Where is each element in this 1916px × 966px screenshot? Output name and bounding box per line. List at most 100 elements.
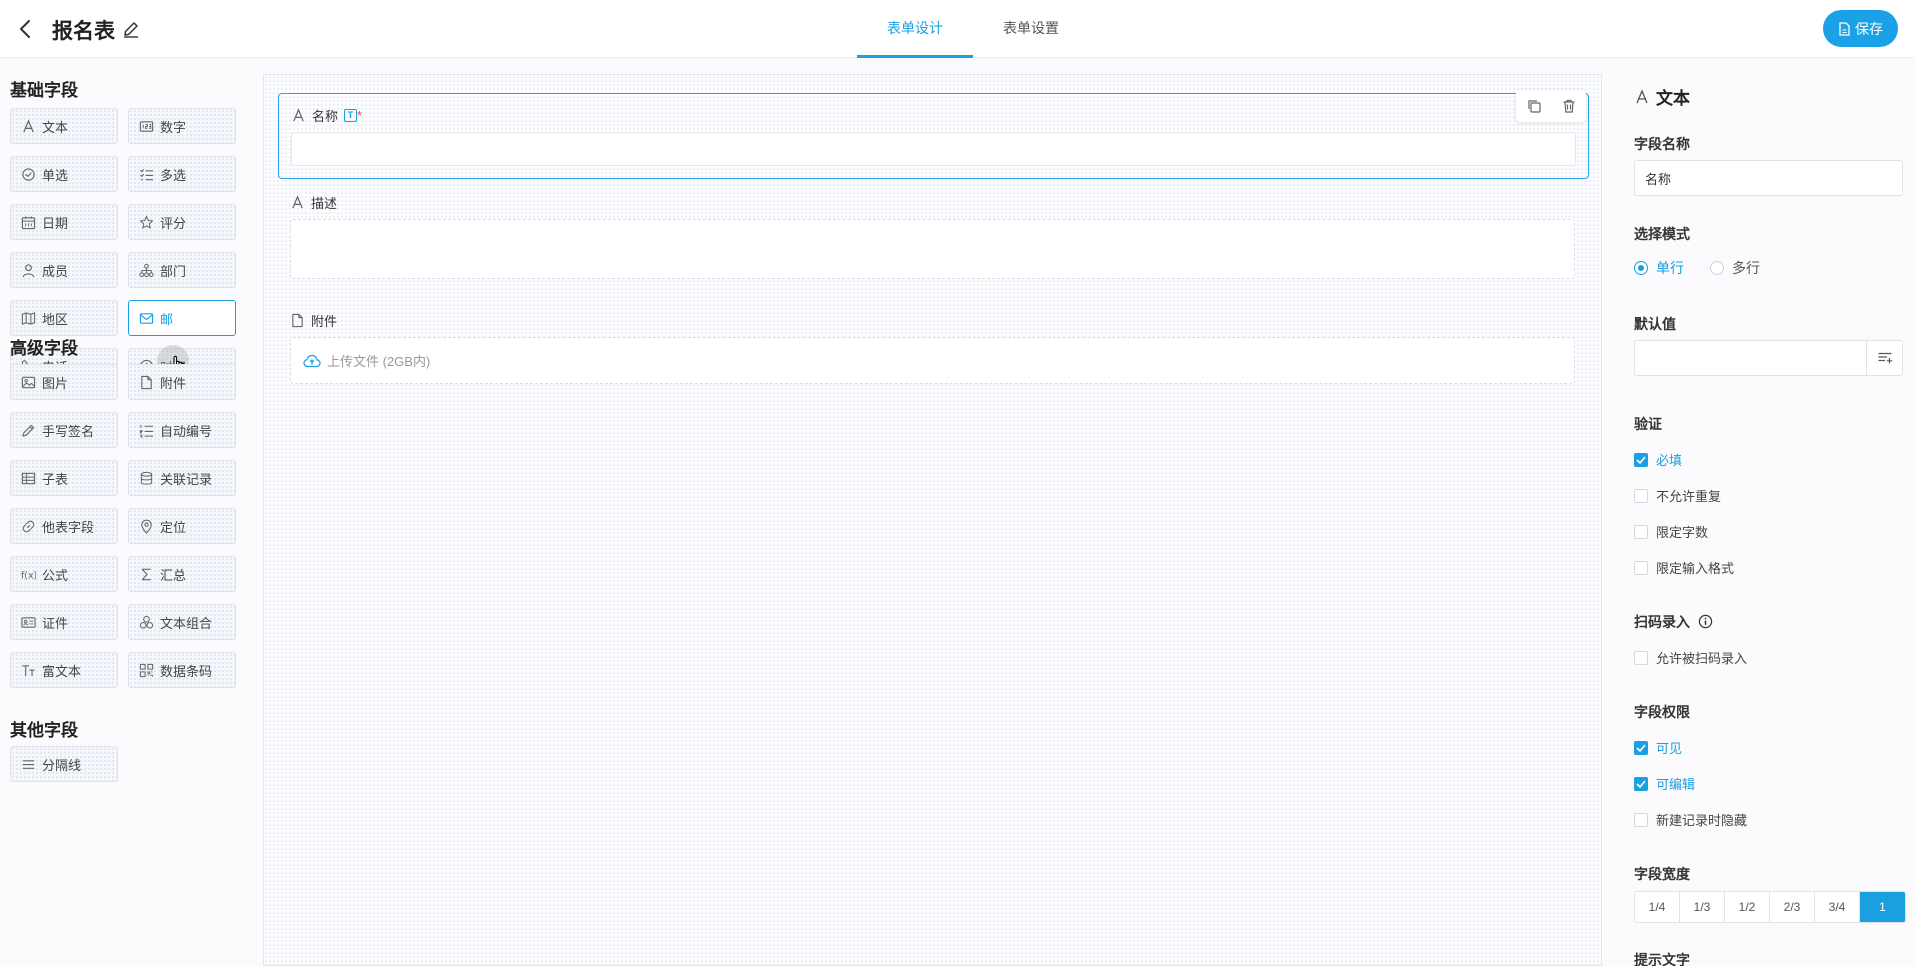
tab-form-settings[interactable]: 表单设置	[973, 0, 1089, 58]
description-textarea-preview[interactable]	[290, 219, 1575, 279]
palette-item-attachment[interactable]: 附件	[128, 364, 236, 400]
image-icon	[21, 376, 36, 388]
palette-item-auto-number[interactable]: 自动编号	[128, 412, 236, 448]
width-option-2-3[interactable]: 2/3	[1770, 892, 1815, 922]
list-edit-icon	[1878, 352, 1892, 364]
palette-item-label: 富文本	[42, 663, 82, 679]
palette-item-summary[interactable]: 汇总	[128, 556, 236, 592]
palette-item-formula[interactable]: f(x) 公式	[10, 556, 118, 592]
palette-item-email[interactable]: 邮	[128, 300, 236, 336]
upload-dropzone[interactable]: 上传文件 (2GB内)	[290, 337, 1575, 384]
info-icon[interactable]	[1698, 614, 1713, 629]
svg-text:f(x): f(x)	[21, 570, 36, 581]
palette-item-label: 数字	[160, 119, 187, 135]
palette-item-id-card[interactable]: 证件	[10, 604, 118, 640]
name-input-preview[interactable]	[291, 132, 1576, 166]
palette-item-date[interactable]: 日期	[10, 204, 118, 240]
trash-icon[interactable]	[1561, 98, 1577, 114]
form-canvas: 名称 T * 描述 附件 上传文件 (2GB内)	[263, 74, 1602, 966]
palette-item-image[interactable]: 图片	[10, 364, 118, 400]
link-icon	[22, 520, 35, 532]
form-field-name[interactable]: 名称 T *	[278, 90, 1589, 179]
palette-item-subtable[interactable]: 子表	[10, 460, 118, 496]
title-field-tag: T	[344, 109, 358, 122]
palette-item-location[interactable]: 定位	[128, 508, 236, 544]
map-icon	[21, 311, 36, 325]
palette-item-divider[interactable]: 分隔线	[10, 746, 118, 782]
palette-item-other-table-field[interactable]: 他表字段	[10, 508, 118, 544]
width-option-1-2[interactable]: 1/2	[1725, 892, 1770, 922]
save-button-label: 保存	[1855, 20, 1883, 37]
field-name-label: 字段名称	[1634, 136, 1690, 152]
palette-item-label: 附件	[160, 375, 187, 391]
back-arrow-icon[interactable]	[16, 18, 36, 40]
checkbox-required[interactable]: 必填	[1634, 450, 1682, 469]
width-option-3-4[interactable]: 3/4	[1815, 892, 1860, 922]
palette-item-text[interactable]: 文本	[10, 108, 118, 144]
palette-item-member[interactable]: 成员	[10, 252, 118, 288]
tab-bar: 表单设计 表单设置	[857, 0, 1089, 58]
shapes-icon	[139, 615, 154, 629]
validation-label: 验证	[1634, 416, 1662, 432]
palette-item-signature[interactable]: 手写签名	[10, 412, 118, 448]
palette-item-label: 部门	[160, 263, 187, 279]
field-label: 描述	[311, 196, 338, 211]
pen-icon	[22, 424, 35, 437]
checkbox-label: 允许被扫码录入	[1656, 651, 1748, 666]
other-fields-title: 其他字段	[10, 721, 78, 740]
checkbox-label: 限定输入格式	[1656, 561, 1735, 576]
radio-single-line[interactable]: 单行	[1634, 258, 1684, 278]
checkbox-editable[interactable]: 可编辑	[1634, 774, 1695, 793]
palette-item-rich-text[interactable]: 富文本	[10, 652, 118, 688]
text-icon	[1636, 88, 1648, 103]
palette-item-text-combo[interactable]: 文本组合	[128, 604, 236, 640]
palette-item-label: 定位	[160, 519, 187, 535]
width-option-full[interactable]: 1	[1860, 892, 1905, 922]
formula-editor-button[interactable]	[1866, 341, 1902, 375]
save-file-icon	[1839, 21, 1850, 36]
palette-item-number[interactable]: 数字	[128, 108, 236, 144]
copy-icon[interactable]	[1526, 98, 1542, 114]
radio-icon	[22, 167, 35, 181]
width-option-1-3[interactable]: 1/3	[1680, 892, 1725, 922]
top-bar: 报名表 表单设计 表单设置 保存	[0, 0, 1916, 58]
hint-text-label: 提示文字	[1634, 952, 1690, 966]
palette-item-rating[interactable]: 评分	[128, 204, 236, 240]
palette-item-barcode[interactable]: 数据条码	[128, 652, 236, 688]
table-icon	[21, 472, 36, 484]
checkbox-hide-on-create[interactable]: 新建记录时隐藏	[1634, 810, 1747, 829]
id-card-icon	[21, 616, 36, 628]
user-icon	[22, 263, 35, 277]
form-field-description[interactable]: 描述	[278, 179, 1589, 279]
palette-item-multi-select[interactable]: 多选	[128, 156, 236, 192]
palette-item-label: 手写签名	[42, 423, 95, 439]
qr-icon	[139, 663, 154, 677]
checkbox-limit-length[interactable]: 限定字数	[1634, 522, 1708, 541]
edit-pencil-icon[interactable]	[122, 20, 140, 38]
palette-item-department[interactable]: 部门	[128, 252, 236, 288]
palette-item-label: 分隔线	[42, 757, 82, 773]
radio-multi-line[interactable]: 多行	[1710, 258, 1760, 278]
checkbox-no-duplicate[interactable]: 不允许重复	[1634, 486, 1721, 505]
palette-item-single-select[interactable]: 单选	[10, 156, 118, 192]
required-mark: *	[357, 108, 363, 123]
width-option-1-4[interactable]: 1/4	[1635, 892, 1680, 922]
checkbox-label: 不允许重复	[1656, 489, 1722, 504]
form-field-attachment[interactable]: 附件 上传文件 (2GB内)	[278, 301, 1589, 401]
palette-item-region[interactable]: 地区	[10, 300, 118, 336]
tab-form-design[interactable]: 表单设计	[857, 0, 973, 58]
text-icon	[23, 118, 34, 132]
field-palette: 基础字段 文本 数字 单选 多选 日期 评分 成员 部门 地区 邮 电话	[0, 58, 245, 966]
palette-item-label: 关联记录	[160, 471, 213, 487]
checkbox-allow-scan[interactable]: 允许被扫码录入	[1634, 648, 1747, 667]
checkbox-visible[interactable]: 可见	[1634, 738, 1682, 757]
basic-fields-title: 基础字段	[10, 81, 78, 100]
checkbox-limit-format[interactable]: 限定输入格式	[1634, 558, 1734, 577]
palette-item-label: 单选	[42, 167, 69, 183]
palette-item-linked-record[interactable]: 关联记录	[128, 460, 236, 496]
default-value-input[interactable]	[1634, 340, 1903, 376]
field-width-selector: 1/4 1/3 1/2 2/3 3/4 1	[1634, 891, 1906, 923]
palette-item-label: 地区	[42, 311, 69, 327]
field-name-input[interactable]	[1634, 160, 1903, 196]
save-button[interactable]: 保存	[1823, 10, 1898, 47]
